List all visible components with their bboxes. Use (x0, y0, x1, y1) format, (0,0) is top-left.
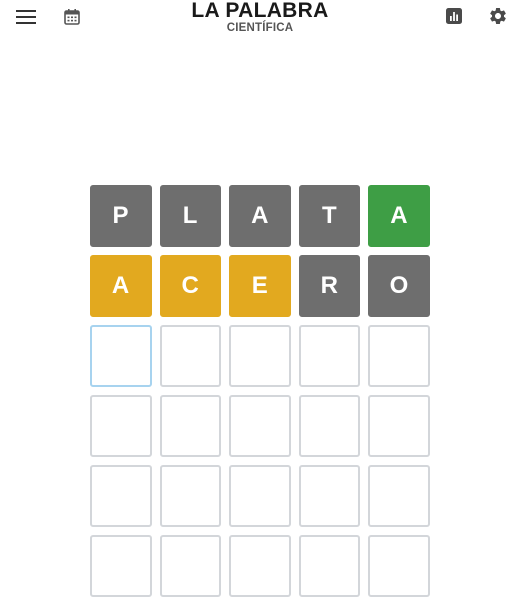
letter-tile: T (298, 185, 361, 247)
letter-tile (90, 535, 152, 597)
letter-tile: R (298, 255, 361, 317)
game-board: PLATAACERO (90, 185, 430, 605)
letter-tile (298, 465, 361, 527)
letter-tile (368, 535, 430, 597)
letter-tile (229, 395, 291, 457)
board-row (90, 325, 430, 387)
letter-tile (159, 465, 222, 527)
app-header: LA PALABRA CIENTÍFICA (0, 0, 520, 40)
letter-tile (229, 325, 291, 387)
letter-tile (368, 465, 430, 527)
gear-icon[interactable] (486, 4, 510, 28)
board-row (90, 535, 430, 597)
letter-tile (159, 535, 222, 597)
letter-tile (90, 395, 152, 457)
letter-tile (298, 395, 361, 457)
letter-tile: C (159, 255, 222, 317)
letter-tile: O (368, 255, 430, 317)
letter-tile (90, 325, 152, 387)
letter-tile: A (90, 255, 152, 317)
letter-tile (159, 325, 222, 387)
letter-tile (368, 395, 430, 457)
letter-tile (229, 465, 291, 527)
letter-tile (298, 535, 361, 597)
letter-tile (229, 535, 291, 597)
board-row (90, 395, 430, 457)
letter-tile (159, 395, 222, 457)
letter-tile (368, 325, 430, 387)
letter-tile (298, 325, 361, 387)
letter-tile: E (229, 255, 291, 317)
letter-tile: L (159, 185, 222, 247)
letter-tile: A (368, 185, 430, 247)
letter-tile (90, 465, 152, 527)
board-row (90, 465, 430, 527)
letter-tile: P (90, 185, 152, 247)
board-row: PLATA (90, 185, 430, 247)
letter-tile: A (229, 185, 291, 247)
board-row: ACERO (90, 255, 430, 317)
bar-chart-icon[interactable] (442, 4, 466, 28)
